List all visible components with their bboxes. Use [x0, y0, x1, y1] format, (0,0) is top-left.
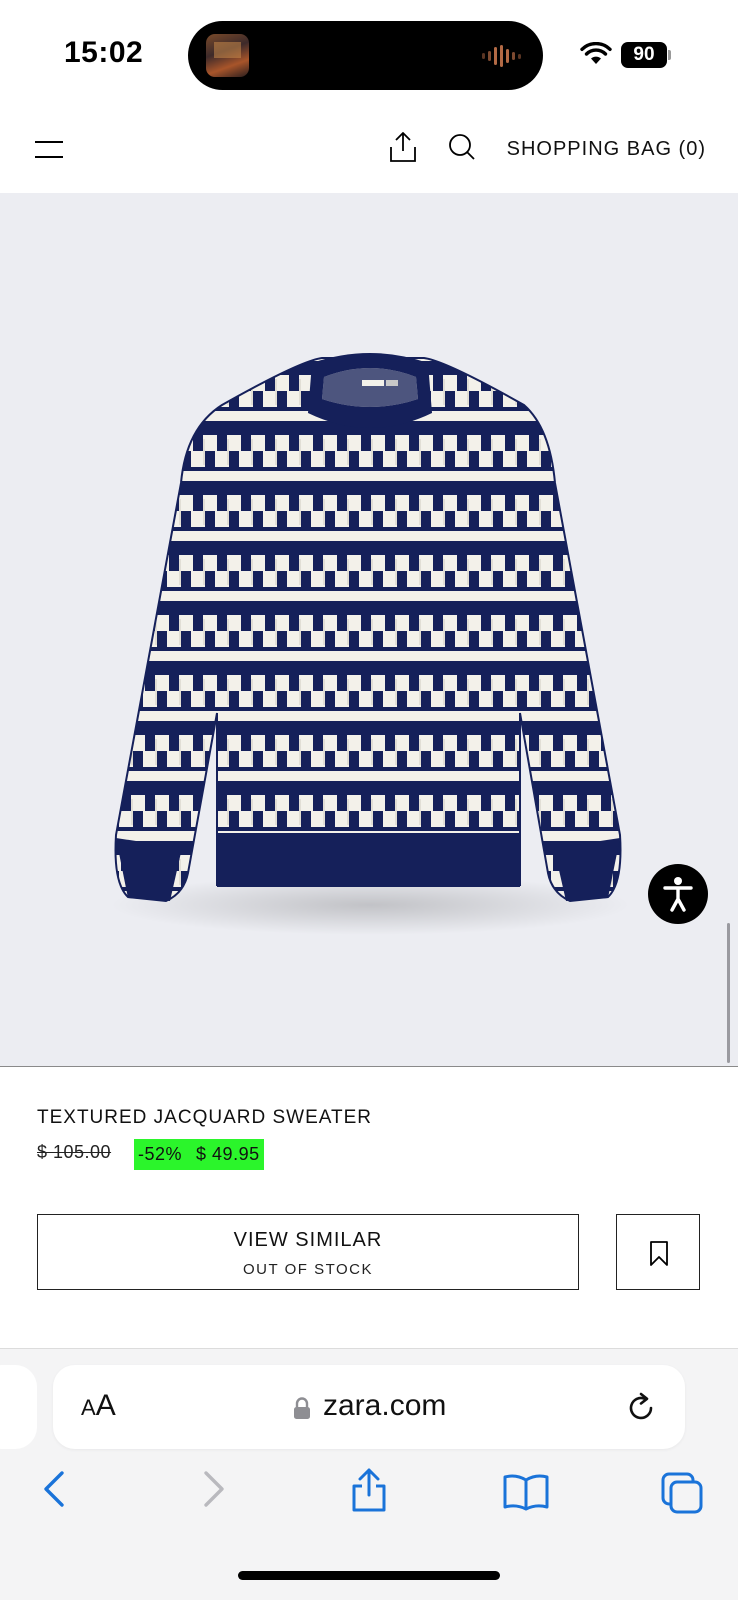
divider: [0, 1066, 738, 1067]
sweater-image: [110, 353, 630, 935]
scroll-indicator[interactable]: [727, 923, 730, 1063]
bookmarks-icon[interactable]: [502, 1473, 550, 1511]
sale-price: $ 49.95: [196, 1144, 260, 1164]
out-of-stock-label: OUT OF STOCK: [243, 1261, 373, 1278]
status-bar: 15:02 90: [0, 0, 738, 105]
product-name: TEXTURED JACQUARD SWEATER: [37, 1107, 373, 1128]
dynamic-island[interactable]: [188, 21, 543, 90]
home-indicator[interactable]: [238, 1571, 500, 1580]
browser-toolbar: AA zara.com: [0, 1348, 738, 1600]
discount-percent: -52%: [138, 1144, 183, 1164]
share-icon[interactable]: [388, 131, 418, 163]
view-similar-label: VIEW SIMILAR: [233, 1229, 383, 1251]
text-size-button[interactable]: AA: [81, 1389, 116, 1423]
lock-icon: [294, 1397, 310, 1419]
address-bar[interactable]: AA zara.com: [53, 1365, 685, 1449]
product-image[interactable]: [0, 193, 738, 1066]
search-icon[interactable]: [448, 133, 476, 161]
now-playing-artwork[interactable]: [206, 34, 249, 77]
forward-icon[interactable]: [198, 1469, 228, 1509]
shopping-bag-link[interactable]: SHOPPING BAG (0): [507, 138, 706, 161]
previous-tab-preview[interactable]: [0, 1365, 37, 1449]
audio-waveform-icon: [482, 45, 521, 67]
tabs-icon[interactable]: [660, 1471, 704, 1515]
text-size-label: AA: [81, 1389, 116, 1422]
share-sheet-icon[interactable]: [349, 1467, 389, 1513]
bookmark-button[interactable]: [616, 1214, 700, 1290]
sale-price-tag: -52% $ 49.95: [134, 1139, 264, 1170]
bookmark-icon: [650, 1241, 668, 1266]
view-similar-button[interactable]: VIEW SIMILAR OUT OF STOCK: [37, 1214, 579, 1290]
screen: 15:02 90 SHOPPING BAG (0) TEXTURED JACQU…: [0, 0, 738, 1600]
url-text[interactable]: zara.com: [323, 1389, 446, 1423]
original-price: $ 105.00: [37, 1142, 112, 1162]
menu-icon[interactable]: [35, 139, 63, 159]
accessibility-button[interactable]: [648, 864, 708, 924]
accessibility-icon: [663, 877, 693, 912]
reload-icon[interactable]: [626, 1391, 658, 1425]
back-icon[interactable]: [40, 1469, 70, 1509]
site-header: SHOPPING BAG (0): [0, 105, 738, 193]
battery-icon: 90: [621, 42, 671, 68]
wifi-icon: [580, 42, 612, 64]
battery-level: 90: [621, 42, 667, 68]
status-time: 15:02: [64, 36, 144, 69]
